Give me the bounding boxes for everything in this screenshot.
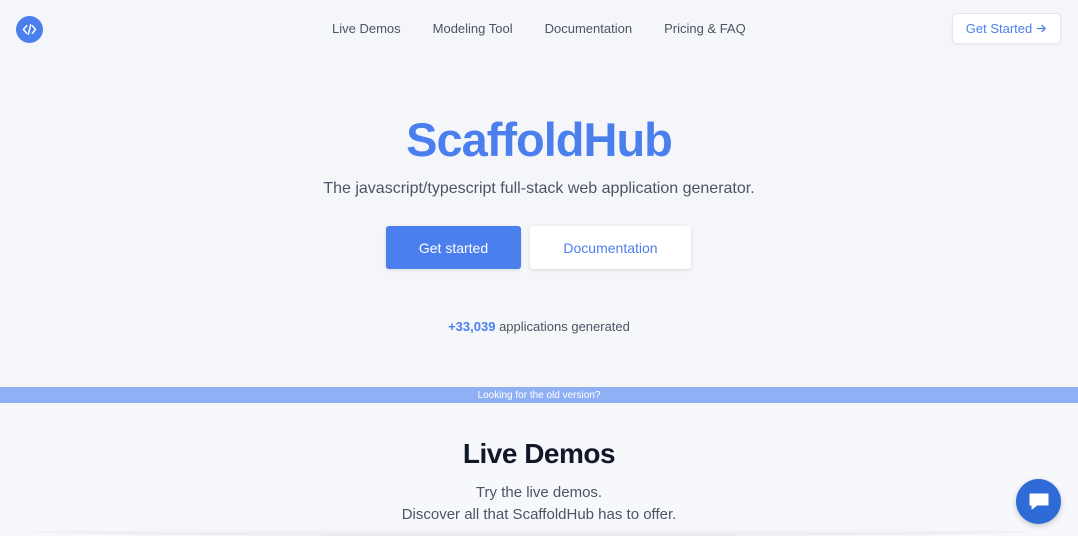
old-version-banner[interactable]: Looking for the old version?	[0, 387, 1078, 403]
main-nav: Live Demos Modeling Tool Documentation P…	[316, 20, 762, 38]
chat-widget-button[interactable]	[1016, 479, 1061, 524]
live-demos-description-1: Try the live demos.	[475, 484, 603, 501]
nav-documentation[interactable]: Documentation	[529, 20, 648, 38]
nav-modeling-tool[interactable]: Modeling Tool	[417, 20, 529, 38]
chat-bubble-icon	[1029, 493, 1048, 509]
logo[interactable]	[16, 16, 43, 43]
arrow-right-icon	[1036, 24, 1047, 33]
applications-generated-stat: +33,039 applications generated	[0, 319, 1078, 334]
hero-title: ScaffoldHub	[406, 113, 673, 166]
hero-subtitle: The javascript/typescript full-stack web…	[323, 180, 755, 197]
get-started-nav-button[interactable]: Get Started	[952, 13, 1061, 44]
nav-pricing-faq[interactable]: Pricing & FAQ	[648, 20, 762, 38]
card-shadow-edge	[30, 528, 1030, 536]
documentation-button[interactable]: Documentation	[530, 226, 691, 269]
get-started-button[interactable]: Get started	[386, 226, 521, 269]
applications-label: applications generated	[495, 319, 630, 334]
old-version-link[interactable]: Looking for the old version?	[478, 390, 601, 401]
nav-live-demos[interactable]: Live Demos	[316, 20, 417, 38]
top-navbar: Live Demos Modeling Tool Documentation P…	[0, 0, 1078, 58]
code-icon	[22, 24, 37, 35]
live-demos-title: Live Demos	[462, 438, 616, 469]
live-demos-description-2: Discover all that ScaffoldHub has to off…	[401, 506, 677, 523]
applications-count: +33,039	[448, 319, 496, 334]
get-started-nav-label: Get Started	[965, 21, 1033, 36]
